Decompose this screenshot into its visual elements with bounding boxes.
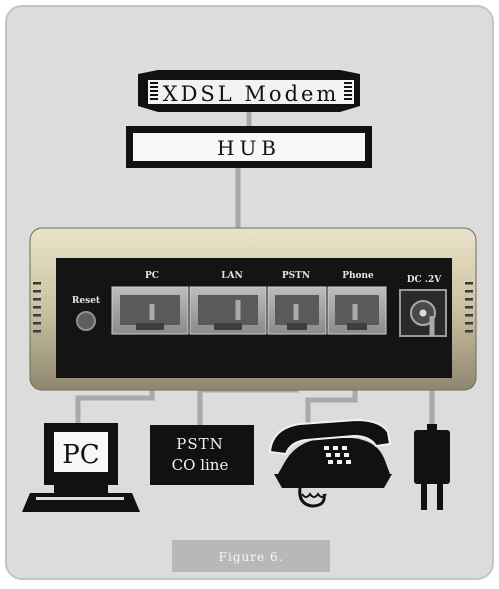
port-label-lan: LAN — [221, 271, 243, 281]
port-label-pc: PC — [145, 271, 159, 281]
modem-label: XDSL Modem — [163, 82, 340, 106]
hub-box: HUB — [126, 126, 372, 168]
jack-dc — [399, 289, 447, 337]
jack-lan — [189, 286, 267, 335]
xdsl-modem: XDSL Modem — [138, 70, 360, 112]
port-label-pstn: PSTN — [282, 271, 310, 281]
pstn-co-line-box: PSTN CO line — [150, 425, 254, 485]
hub-label: HUB — [217, 136, 281, 160]
figure-caption-box: Figure 6. — [172, 540, 330, 572]
port-label-dc: DC .2V — [407, 275, 442, 285]
reset-label: Reset — [72, 296, 101, 306]
pc-label: PC — [62, 440, 99, 470]
port-label-phone: Phone — [342, 271, 374, 281]
reset-button — [76, 311, 96, 331]
router-device: Reset PC LAN PSTN Phone DC .2V — [29, 227, 477, 391]
connection-diagram: XDSL Modem HUB Reset PC LAN PSTN Phone D… — [0, 0, 499, 585]
figure-caption: Figure 6. — [219, 550, 284, 564]
co-line-label: CO line — [172, 456, 229, 474]
pstn-label: PSTN — [176, 435, 224, 453]
